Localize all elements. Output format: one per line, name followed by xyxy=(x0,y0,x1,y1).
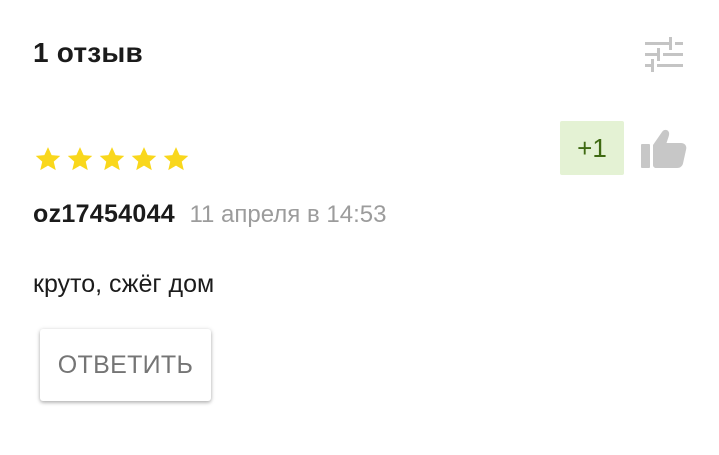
star-rating xyxy=(33,144,193,178)
star-icon xyxy=(131,147,157,171)
reply-button[interactable]: ОТВЕТИТЬ xyxy=(40,329,211,401)
thumbs-up-icon[interactable] xyxy=(640,126,688,170)
vote-count-badge: +1 xyxy=(560,121,624,175)
star-icon xyxy=(163,147,189,171)
star-icon xyxy=(35,147,61,171)
review-meta: oz17454044 11 апреля в 14:53 xyxy=(33,198,386,234)
reviews-count-title: 1 отзыв xyxy=(33,37,143,68)
review-author[interactable]: oz17454044 xyxy=(33,200,175,228)
sliders-icon[interactable] xyxy=(643,36,683,72)
review-date: 11 апреля в 14:53 xyxy=(189,201,387,228)
review-text: круто, сжёг дом xyxy=(33,270,215,298)
star-icon xyxy=(99,147,125,171)
star-icon xyxy=(67,147,93,171)
